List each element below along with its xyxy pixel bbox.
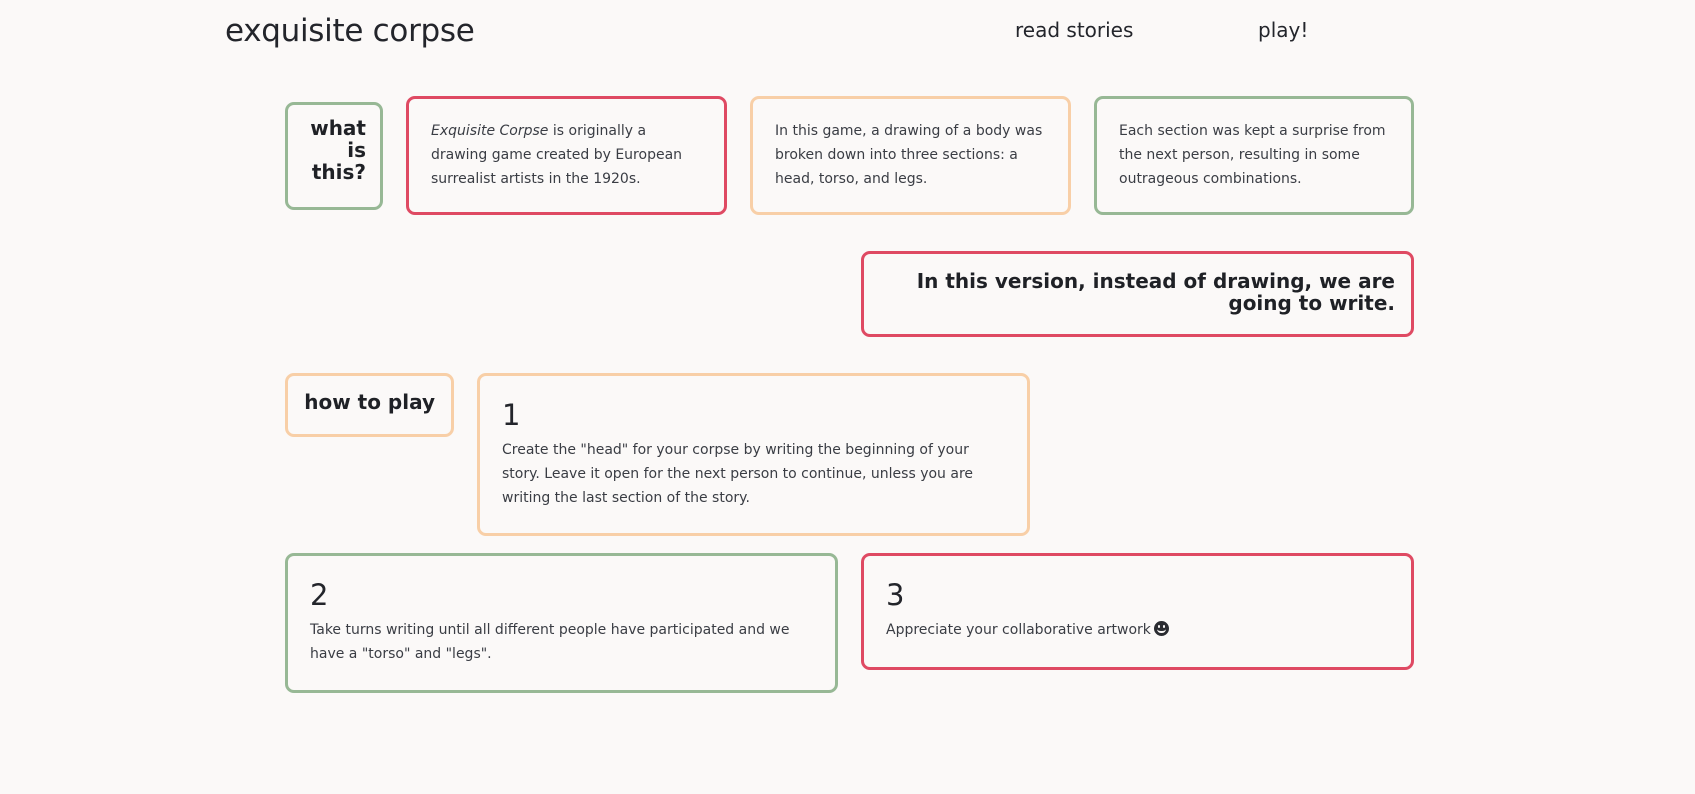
step-card-1: 1 Create the "head" for your corpse by w… bbox=[477, 373, 1030, 536]
intro-card-sections: In this game, a drawing of a body was br… bbox=[750, 96, 1071, 215]
heading-line: what bbox=[310, 116, 366, 140]
heading-line: is bbox=[347, 138, 366, 162]
step-number: 2 bbox=[310, 578, 329, 612]
version-statement-card: In this version, instead of drawing, we … bbox=[861, 251, 1414, 337]
step-number: 3 bbox=[886, 578, 905, 612]
site-title[interactable]: exquisite corpse bbox=[225, 13, 475, 49]
intro-origin-emphasis: Exquisite Corpse bbox=[431, 123, 549, 139]
intro-card-surprise: Each section was kept a surprise from th… bbox=[1094, 96, 1414, 215]
intro-origin-text: Exquisite Corpse is originally a drawing… bbox=[431, 119, 706, 191]
how-to-play-heading: how to play bbox=[304, 390, 435, 414]
heading-line: this? bbox=[311, 160, 366, 184]
nav-read-stories-link[interactable]: read stories bbox=[1015, 18, 1133, 42]
how-to-play-card: how to play bbox=[285, 373, 454, 437]
intro-card-origin: Exquisite Corpse is originally a drawing… bbox=[406, 96, 727, 215]
step-text: Appreciate your collaborative artwork bbox=[886, 622, 1151, 638]
smiley-face-icon bbox=[1153, 621, 1169, 636]
step-card-3: 3 Appreciate your collaborative artwork bbox=[861, 553, 1414, 670]
step-number: 1 bbox=[502, 398, 521, 432]
intro-surprise-text: Each section was kept a surprise from th… bbox=[1119, 123, 1386, 187]
nav-play-link[interactable]: play! bbox=[1258, 18, 1308, 42]
step-card-2: 2 Take turns writing until all different… bbox=[285, 553, 838, 693]
step-text: Create the "head" for your corpse by wri… bbox=[502, 442, 974, 506]
intro-sections-text: In this game, a drawing of a body was br… bbox=[775, 123, 1043, 187]
step-text-wrapper: Appreciate your collaborative artwork bbox=[886, 618, 1389, 642]
step-text: Take turns writing until all different p… bbox=[310, 622, 790, 662]
site-header: exquisite corpse read stories play! bbox=[0, 0, 1695, 70]
what-is-this-heading: what is this? bbox=[288, 117, 366, 183]
version-statement: In this version, instead of drawing, we … bbox=[916, 269, 1395, 315]
what-is-this-card: what is this? bbox=[285, 102, 383, 210]
